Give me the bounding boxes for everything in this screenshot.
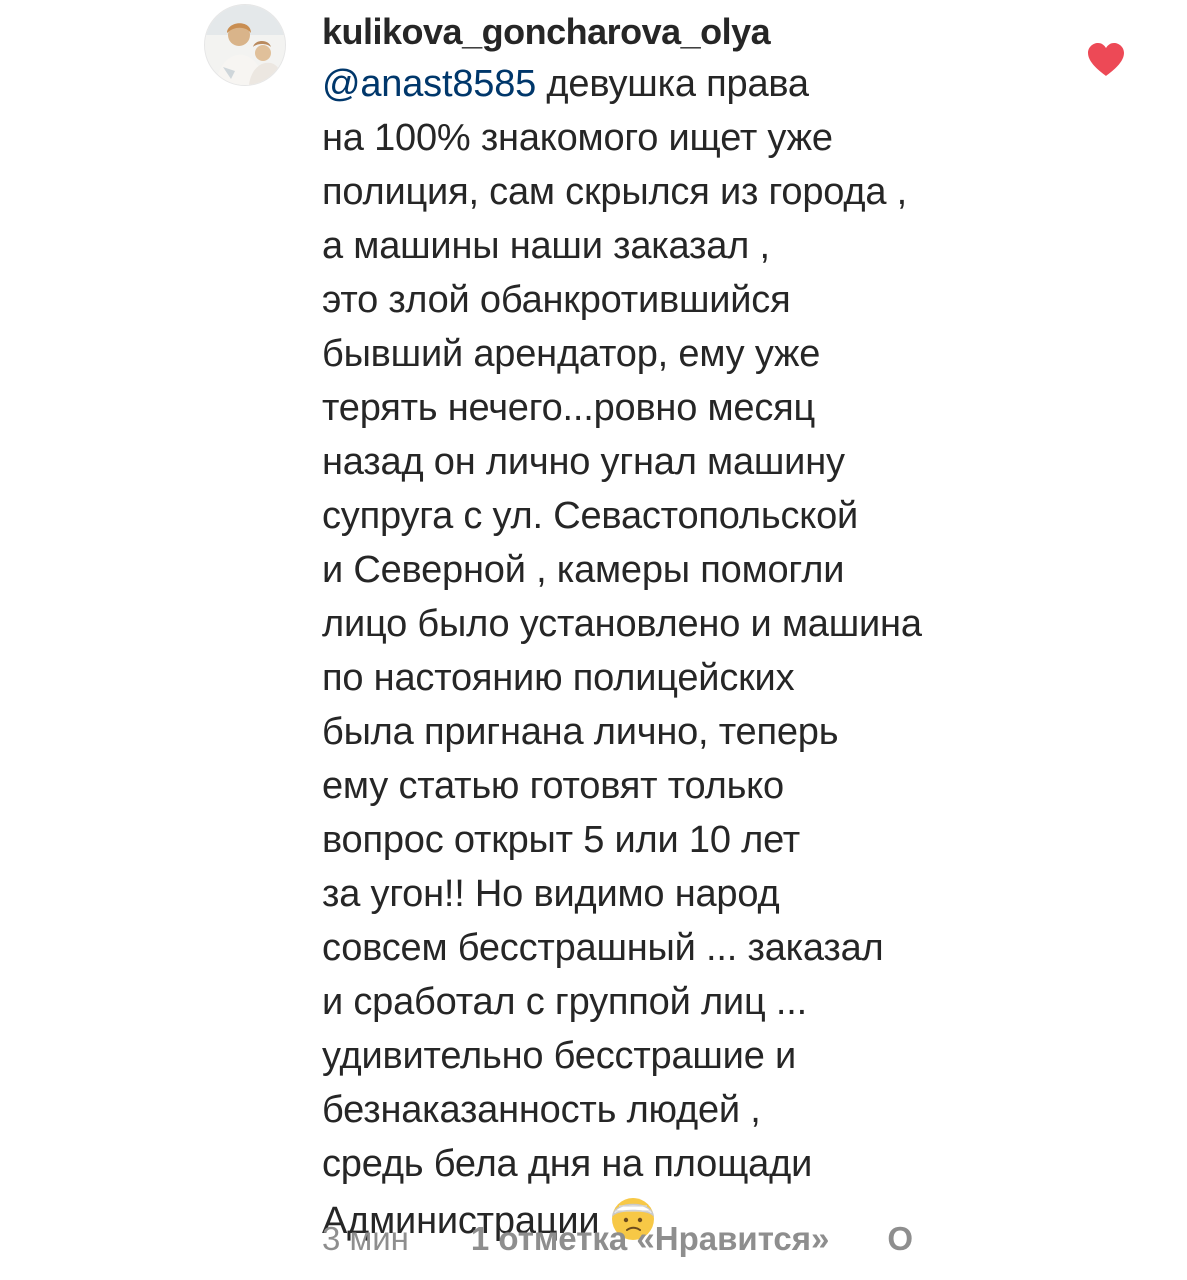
- comment: kulikova_goncharova_olya @anast8585 деву…: [0, 0, 1187, 1280]
- comment-time: 3 мин: [322, 1220, 409, 1257]
- comment-body: @anast8585 девушка права на 100% знакомо…: [322, 57, 1062, 1248]
- like-button[interactable]: [1086, 42, 1126, 78]
- comment-text: девушка права на 100% знакомого ищет уже…: [322, 63, 922, 1242]
- heart-icon: [1088, 43, 1124, 76]
- mention-link[interactable]: @anast8585: [322, 63, 536, 105]
- comment-likes-link[interactable]: 1 отметка «Нравится»: [471, 1215, 830, 1263]
- avatar[interactable]: [204, 4, 286, 86]
- comment-username[interactable]: kulikova_goncharova_olya: [322, 8, 771, 56]
- reply-button[interactable]: О: [887, 1215, 913, 1263]
- comment-meta-row: 3 мин 1 отметка «Нравится» О: [322, 1215, 913, 1263]
- avatar-image: [205, 5, 285, 85]
